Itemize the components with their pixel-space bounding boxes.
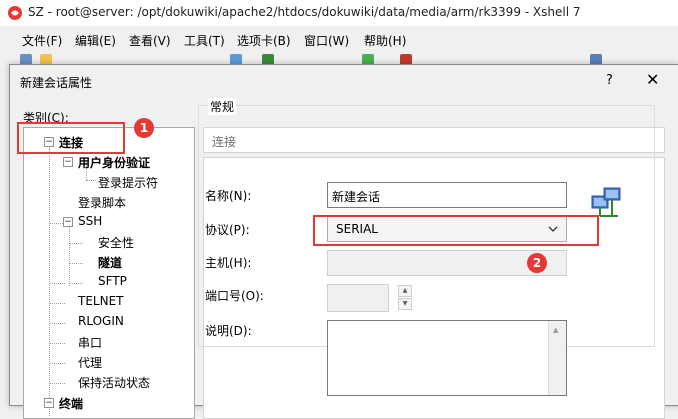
tree-line	[69, 243, 83, 244]
window-titlebar: SZ - root@server: /opt/dokuwiki/apache2/…	[0, 0, 678, 26]
tree-line	[49, 303, 65, 304]
name-value: 新建会话	[332, 190, 381, 204]
close-button[interactable]: ✕	[646, 70, 659, 89]
tree-item-keepalive[interactable]: 保持活动状态	[78, 374, 150, 391]
highlight-box-2	[313, 215, 599, 246]
scroll-up-icon[interactable]: ▲	[553, 326, 558, 334]
port-spinner: ▲ ▼	[398, 285, 412, 311]
tree-line	[49, 363, 65, 364]
host-label: 主机(H):	[205, 256, 252, 270]
collapse-icon[interactable]: −	[44, 398, 54, 408]
step-badge-2: 2	[527, 253, 547, 273]
tree-line	[69, 283, 83, 284]
tree-item-ssh[interactable]: SSH	[78, 214, 102, 228]
menu-help[interactable]: 帮助(H)	[364, 32, 406, 49]
spin-up-icon[interactable]: ▲	[398, 285, 412, 297]
help-button[interactable]: ?	[606, 73, 613, 88]
tree-item-proxy[interactable]: 代理	[78, 354, 102, 371]
tree-line	[69, 263, 83, 264]
tree-item-login-script[interactable]: 登录脚本	[78, 194, 126, 211]
tree-item-serial[interactable]: 串口	[78, 334, 102, 351]
tree-item-terminal[interactable]: 终端	[59, 395, 83, 412]
description-field[interactable]: ▲	[327, 320, 567, 396]
general-group-label: 常规	[208, 98, 237, 115]
tree-line	[49, 283, 65, 284]
tree-item-security[interactable]: 安全性	[98, 234, 134, 251]
menu-view[interactable]: 查看(V)	[129, 32, 171, 49]
collapse-icon[interactable]: −	[63, 217, 73, 227]
tree-item-auth[interactable]: 用户身份验证	[78, 154, 150, 171]
port-field[interactable]	[327, 284, 389, 312]
tree-line	[49, 343, 65, 344]
menu-edit[interactable]: 编辑(E)	[75, 32, 116, 49]
menu-tabs[interactable]: 选项卡(B)	[237, 32, 291, 49]
step-badge-1: 1	[134, 118, 154, 138]
xshell-logo-icon	[8, 6, 22, 20]
protocol-label: 协议(P):	[205, 223, 250, 237]
spin-down-icon[interactable]: ▼	[398, 298, 412, 310]
description-scrollbar[interactable]: ▲	[548, 321, 566, 395]
tree-line	[69, 226, 70, 286]
menu-tools[interactable]: 工具(T)	[184, 32, 225, 49]
name-label: 名称(N):	[205, 189, 252, 203]
highlight-box-1	[17, 122, 125, 154]
tree-item-login-prompt[interactable]: 登录提示符	[98, 174, 158, 191]
tree-line	[49, 383, 65, 384]
name-field[interactable]: 新建会话	[327, 182, 567, 208]
tree-item-sftp[interactable]: SFTP	[98, 274, 127, 288]
category-tree: − 连接 − 用户身份验证 登录提示符 登录脚本 − SSH 安全性 隧道 SF…	[23, 127, 195, 419]
dialog-title: 新建会话属性	[20, 76, 93, 90]
port-label: 端口号(O):	[205, 289, 264, 303]
window-title: SZ - root@server: /opt/dokuwiki/apache2/…	[28, 5, 581, 19]
collapse-icon[interactable]: −	[63, 157, 73, 167]
menu-window[interactable]: 窗口(W)	[304, 32, 349, 49]
tree-line	[49, 323, 65, 324]
tree-line	[49, 148, 50, 416]
tree-item-tunnel[interactable]: 隧道	[98, 254, 122, 271]
tree-line	[86, 180, 96, 181]
menu-bar: 文件(F) 编辑(E) 查看(V) 工具(T) 选项卡(B) 窗口(W) 帮助(…	[0, 28, 678, 50]
tree-item-telnet[interactable]: TELNET	[78, 294, 124, 308]
description-label: 说明(D):	[205, 324, 252, 338]
menu-file[interactable]: 文件(F)	[22, 32, 62, 49]
tree-item-rlogin[interactable]: RLOGIN	[78, 314, 124, 328]
